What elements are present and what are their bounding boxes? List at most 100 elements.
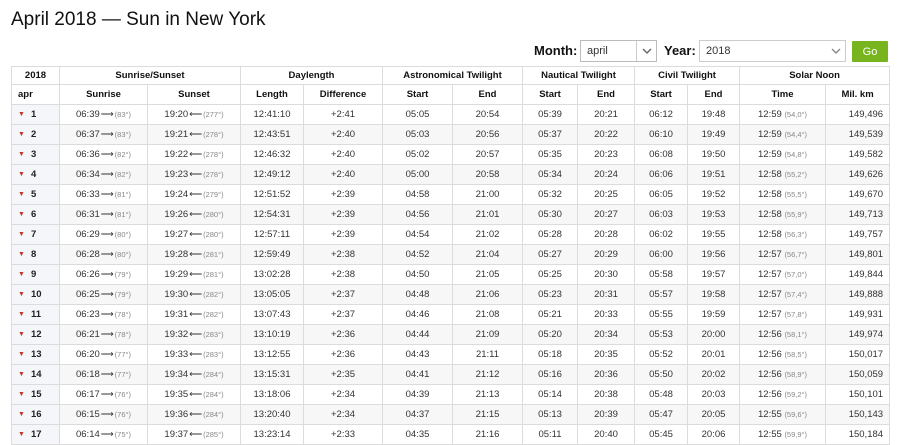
expand-caret-icon[interactable]: ▼	[18, 431, 25, 438]
table-row: ▼ 16 06:15⟶(76°) 19:36⟵(284°) 13:20:40 +2:34 0…	[11, 404, 891, 425]
difference-cell: +2:37	[303, 304, 384, 325]
go-button[interactable]: Go	[852, 41, 888, 62]
expand-caret-icon[interactable]: ▼	[18, 331, 25, 338]
month-select[interactable]: april	[580, 40, 657, 62]
expand-caret-icon[interactable]: ▼	[18, 351, 25, 358]
expand-caret-icon[interactable]: ▼	[18, 191, 25, 198]
sunrise-direction-icon: ⟶	[100, 169, 114, 179]
day-cell[interactable]: ▼ 4	[11, 164, 60, 185]
sunset-direction-icon: ⟵	[189, 389, 203, 399]
sunrise-azimuth: (77°)	[114, 350, 132, 359]
day-number: 13	[30, 349, 42, 360]
civil-end-cell: 19:53	[687, 204, 741, 225]
astro-end-cell: 21:06	[452, 284, 524, 305]
sunset-direction-icon: ⟵	[189, 429, 203, 439]
day-cell[interactable]: ▼ 5	[11, 184, 60, 205]
day-cell[interactable]: ▼ 3	[11, 144, 60, 165]
civil-end-cell: 19:50	[687, 144, 741, 165]
expand-caret-icon[interactable]: ▼	[18, 411, 25, 418]
header-civil-twilight: Civil Twilight	[634, 66, 741, 85]
civil-end-cell: 20:00	[687, 324, 741, 345]
sunset-cell: 19:35⟵(284°)	[146, 384, 242, 405]
solar-noon-altitude: (58,9°)	[784, 370, 808, 379]
expand-caret-icon[interactable]: ▼	[18, 231, 25, 238]
difference-cell: +2:39	[303, 224, 384, 245]
sunrise-time: 06:17	[75, 389, 100, 400]
day-cell[interactable]: ▼ 1	[11, 104, 60, 125]
daylength-cell: 12:41:10	[240, 104, 305, 125]
header-sunset: Sunset	[146, 84, 242, 105]
astro-end-cell: 21:15	[452, 404, 524, 425]
day-cell[interactable]: ▼ 13	[11, 344, 60, 365]
sunrise-cell: 06:28⟶(80°)	[59, 244, 148, 265]
day-cell[interactable]: ▼ 14	[11, 364, 60, 385]
sunrise-time: 06:14	[75, 429, 100, 440]
civil-end-cell: 19:56	[687, 244, 741, 265]
naut-end-cell: 20:24	[577, 164, 636, 185]
sunset-time: 19:36	[164, 409, 189, 420]
table-row: ▼ 15 06:17⟶(76°) 19:35⟵(284°) 13:18:06 +2:34 0…	[11, 384, 891, 405]
astro-end-cell: 21:09	[452, 324, 524, 345]
chevron-down-icon[interactable]	[826, 41, 845, 61]
sunset-cell: 19:32⟵(283°)	[146, 324, 242, 345]
expand-caret-icon[interactable]: ▼	[18, 371, 25, 378]
daylength-cell: 13:02:28	[240, 264, 305, 285]
civil-start-cell: 06:08	[634, 144, 689, 165]
sunset-azimuth: (277°)	[203, 110, 224, 119]
month-select-value: april	[587, 45, 608, 57]
day-cell[interactable]: ▼ 15	[11, 384, 60, 405]
naut-end-cell: 20:23	[577, 144, 636, 165]
expand-caret-icon[interactable]: ▼	[18, 311, 25, 318]
day-cell[interactable]: ▼ 6	[11, 204, 60, 225]
distance-cell: 149,801	[825, 244, 891, 265]
expand-caret-icon[interactable]: ▼	[18, 271, 25, 278]
header-year: 2018	[11, 66, 60, 85]
day-cell[interactable]: ▼ 17	[11, 424, 60, 445]
expand-caret-icon[interactable]: ▼	[18, 211, 25, 218]
chevron-down-icon[interactable]	[636, 41, 656, 61]
sunrise-direction-icon: ⟶	[100, 269, 114, 279]
sunrise-azimuth: (78°)	[114, 330, 132, 339]
civil-start-cell: 05:52	[634, 344, 689, 365]
expand-caret-icon[interactable]: ▼	[18, 291, 25, 298]
header-civil-end: End	[687, 84, 741, 105]
civil-end-cell: 19:49	[687, 124, 741, 145]
difference-cell: +2:41	[303, 104, 384, 125]
solar-noon-cell: 12:58 (55,5°)	[739, 184, 827, 205]
civil-end-cell: 20:01	[687, 344, 741, 365]
day-cell[interactable]: ▼ 7	[11, 224, 60, 245]
expand-caret-icon[interactable]: ▼	[18, 171, 25, 178]
sunset-direction-icon: ⟵	[189, 189, 203, 199]
astro-start-cell: 05:05	[382, 104, 454, 125]
day-cell[interactable]: ▼ 2	[11, 124, 60, 145]
sunset-direction-icon: ⟵	[189, 129, 203, 139]
naut-start-cell: 05:11	[522, 424, 579, 445]
year-select[interactable]: 2018	[699, 40, 846, 62]
expand-caret-icon[interactable]: ▼	[18, 111, 25, 118]
sunrise-azimuth: (77°)	[114, 370, 132, 379]
solar-noon-time: 12:57	[758, 309, 782, 320]
sunrise-azimuth: (81°)	[114, 190, 132, 199]
expand-caret-icon[interactable]: ▼	[18, 151, 25, 158]
sunset-azimuth: (283°)	[203, 330, 224, 339]
header-distance: Mil. km	[825, 84, 891, 105]
sunrise-azimuth: (78°)	[114, 310, 132, 319]
day-cell[interactable]: ▼ 8	[11, 244, 60, 265]
naut-end-cell: 20:22	[577, 124, 636, 145]
day-cell[interactable]: ▼ 12	[11, 324, 60, 345]
sunset-direction-icon: ⟵	[189, 289, 203, 299]
day-cell[interactable]: ▼ 16	[11, 404, 60, 425]
solar-noon-cell: 12:57 (57,0°)	[739, 264, 827, 285]
day-cell[interactable]: ▼ 9	[11, 264, 60, 285]
header-sunrise: Sunrise	[59, 84, 148, 105]
astro-start-cell: 05:00	[382, 164, 454, 185]
day-cell[interactable]: ▼ 10	[11, 284, 60, 305]
expand-caret-icon[interactable]: ▼	[18, 391, 25, 398]
sunrise-direction-icon: ⟶	[100, 329, 114, 339]
day-cell[interactable]: ▼ 11	[11, 304, 60, 325]
solar-noon-time: 12:58	[758, 169, 782, 180]
astro-start-cell: 04:37	[382, 404, 454, 425]
expand-caret-icon[interactable]: ▼	[18, 131, 25, 138]
expand-caret-icon[interactable]: ▼	[18, 251, 25, 258]
sunset-direction-icon: ⟵	[189, 229, 203, 239]
